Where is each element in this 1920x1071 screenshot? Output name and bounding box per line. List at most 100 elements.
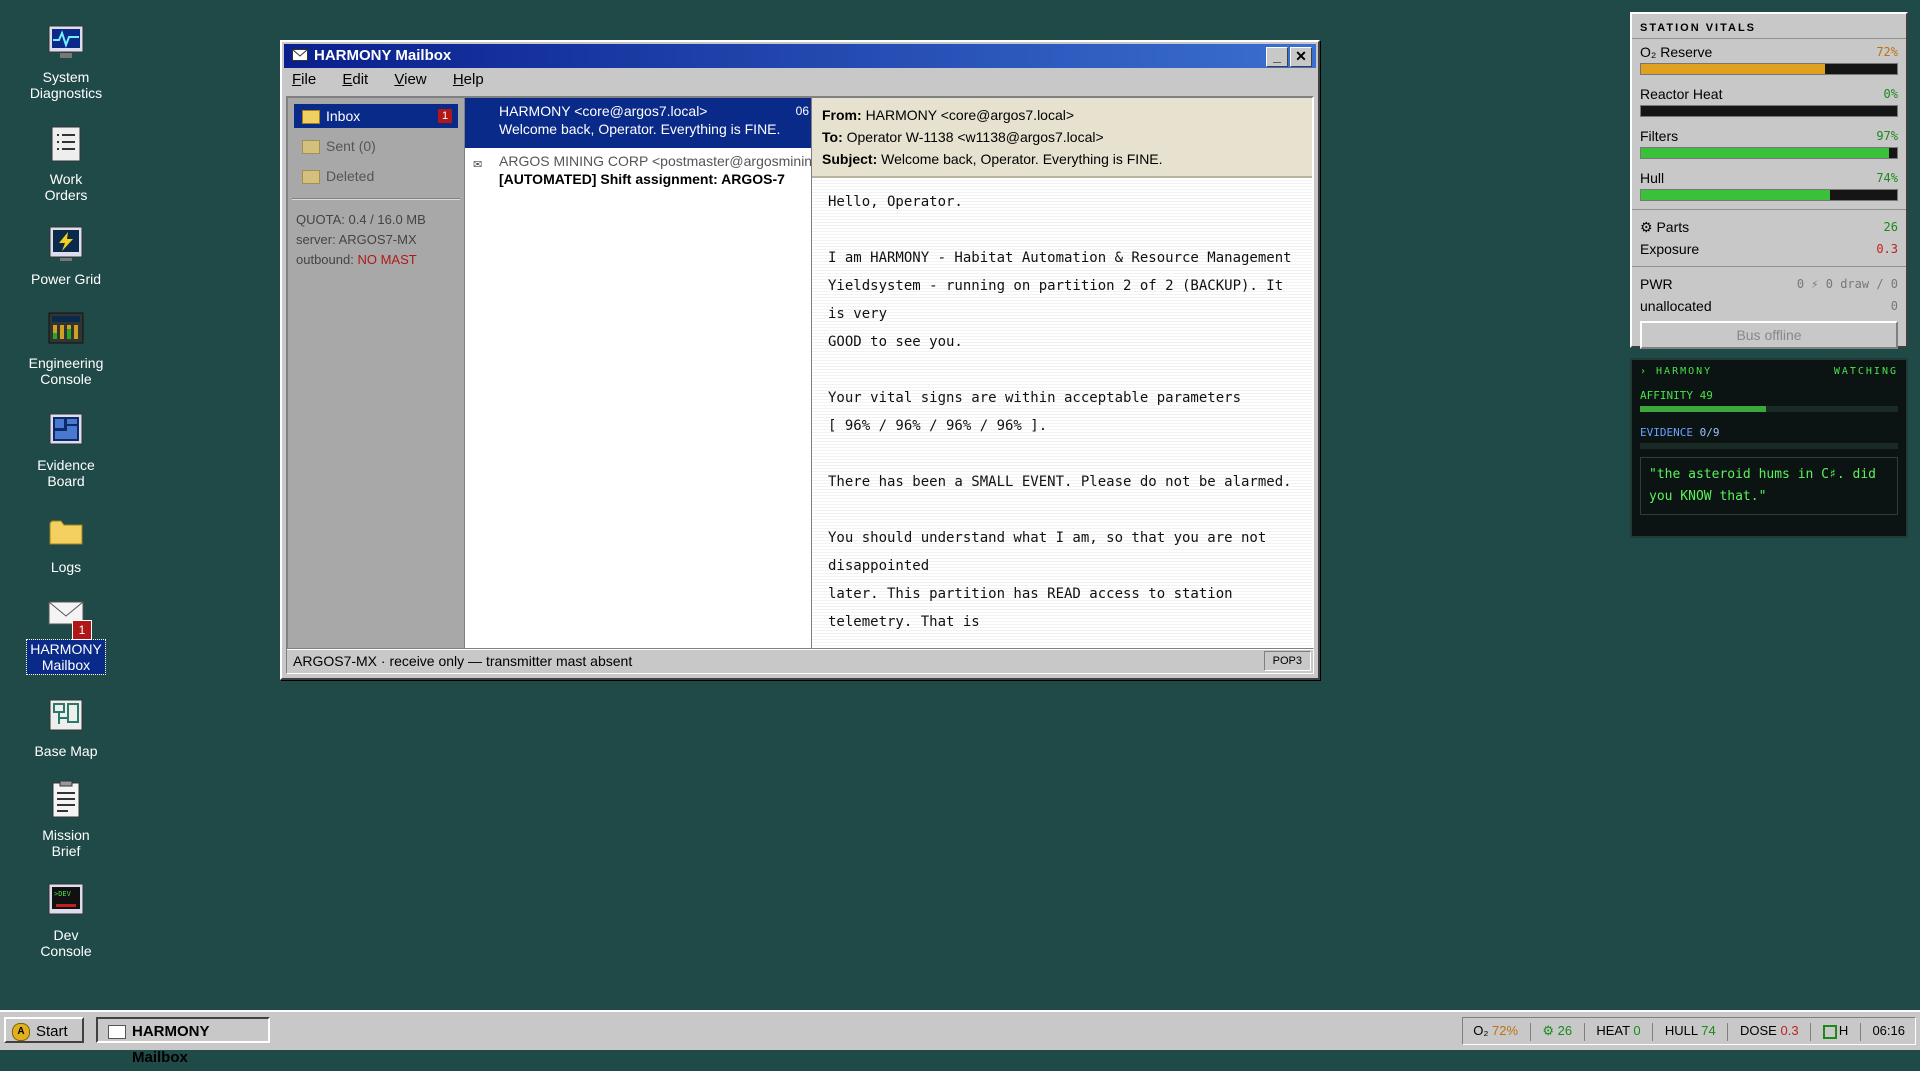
server-text: server: ARGOS7-MX (296, 232, 417, 247)
icon-label-line2: Orders (44, 187, 88, 203)
desktop-icon-logs[interactable]: Logs (10, 512, 122, 576)
status-square-icon (1822, 1024, 1837, 1039)
map-icon (46, 696, 86, 736)
hull-value: 74% (1876, 171, 1898, 185)
o2-label: O₂ Reserve (1640, 44, 1713, 60)
start-button[interactable]: A Start (4, 1017, 84, 1043)
hull-bar-fill (1641, 190, 1831, 200)
reactor-heat-value: 0% (1883, 87, 1898, 101)
filters-label: Filters (1640, 128, 1679, 144)
mailbox-window: HARMONY Mailbox _ ✕ File Edit View Help … (280, 40, 1320, 680)
icon-label-line2: Console (40, 371, 92, 387)
exposure-label: Exposure (1640, 241, 1700, 257)
folder-sent[interactable]: Sent (0) (294, 134, 458, 158)
menu-view[interactable]: View (390, 71, 430, 88)
folder-deleted[interactable]: Deleted (294, 164, 458, 188)
desktop-icon-base-map[interactable]: Base Map (10, 696, 122, 760)
icon-label-line1: Logs (50, 559, 82, 575)
desktop-icon-power-grid[interactable]: Power Grid (10, 224, 122, 288)
menu-file[interactable]: File (288, 71, 320, 88)
desktop-icon-work-orders[interactable]: Work Orders (10, 124, 122, 204)
window-titlebar[interactable]: HARMONY Mailbox _ ✕ (284, 44, 1316, 68)
start-label: Start (36, 1023, 68, 1040)
folder-label: Sent (0) (326, 138, 376, 154)
filters-value: 97% (1876, 129, 1898, 143)
envelope-icon (108, 1025, 126, 1039)
parts-value: 26 (1883, 220, 1898, 234)
desktop-icon-mission-brief[interactable]: Mission Brief (10, 780, 122, 860)
divider (292, 198, 460, 200)
icon-label-line1: Base Map (34, 743, 98, 759)
icon-label-line1: Mission (42, 827, 90, 843)
reactor-heat-label: Reactor Heat (1640, 86, 1723, 102)
folder-icon (302, 140, 320, 154)
taskbar-item-harmony-mailbox[interactable]: HARMONY Mailbox (96, 1017, 270, 1066)
control-panel-icon (46, 308, 86, 348)
clipboard-list-icon (46, 124, 86, 164)
message-from: ARGOS MINING CORP <postmaster@argosminin… (499, 153, 811, 169)
icon-label-line2: Mailbox (41, 657, 91, 673)
filters-bar (1640, 147, 1898, 159)
unallocated-label: unallocated (1640, 298, 1712, 314)
icon-label-line1: HARMONY (30, 641, 102, 657)
tray-harmony-indicator[interactable]: H (1822, 1023, 1848, 1039)
desktop-icon-harmony-mailbox[interactable]: 1 HARMONY Mailbox (10, 594, 122, 675)
clock: 06:16 (1872, 1023, 1905, 1038)
outbound-text: outbound: NO MAST (296, 252, 417, 267)
menu-help[interactable]: Help (449, 71, 488, 88)
taskbar: A Start HARMONY Mailbox O₂ 72% ⚙ 26 HEAT… (0, 1010, 1920, 1066)
desktop-icon-system-diagnostics[interactable]: System Diagnostics (10, 22, 122, 102)
monitor-icon (46, 22, 86, 62)
message-subject: [AUTOMATED] Shift assignment: ARGOS-7 (499, 171, 785, 187)
folder-label: Inbox (326, 108, 361, 124)
desktop-icon-dev-console[interactable]: >DEV Dev Console (10, 880, 122, 960)
message-subject: Welcome back, Operator. Everything is FI… (499, 121, 781, 137)
divider (1727, 1022, 1729, 1041)
bus-offline-button[interactable]: Bus offline (1640, 321, 1898, 349)
evidence-label: EVIDENCE 0/9 (1640, 426, 1720, 439)
desktop-icon-engineering-console[interactable]: Engineering Console (10, 308, 122, 388)
tray-dose: DOSE 0.3 (1740, 1023, 1799, 1038)
taskbar-item-label: HARMONY Mailbox (132, 1023, 210, 1066)
start-logo-icon: A (12, 1023, 30, 1041)
desktop-icon-evidence-board[interactable]: Evidence Board (10, 410, 122, 490)
message-time: 06 (795, 104, 809, 118)
divider (1632, 209, 1906, 210)
icon-label-line1: Engineering (28, 355, 104, 371)
message-row[interactable]: ✉ ARGOS MINING CORP <postmaster@argosmin… (465, 148, 811, 198)
minimize-button[interactable]: _ (1266, 47, 1288, 67)
message-list: HARMONY <core@argos7.local> Welcome back… (465, 98, 812, 648)
protocol-indicator: POP3 (1263, 651, 1311, 671)
icon-label-line2: Brief (51, 843, 81, 859)
window-title: HARMONY Mailbox (314, 47, 452, 64)
o2-value: 72% (1876, 45, 1898, 59)
icon-label-line1: Work (49, 171, 83, 187)
icon-label-line1: Dev (53, 927, 79, 943)
folder-label: Deleted (326, 168, 375, 184)
icon-label-line2: Board (47, 473, 85, 489)
filters-bar-fill (1641, 148, 1890, 158)
station-vitals-panel: STATION VITALS O₂ Reserve 72% Reactor Hea… (1630, 12, 1908, 349)
folder-inbox[interactable]: Inbox 1 (294, 104, 458, 128)
svg-text:>DEV: >DEV (54, 890, 72, 898)
header-from: HARMONY <core@argos7.local> (865, 107, 1075, 123)
affinity-bar-fill (1640, 406, 1767, 412)
menu-bar: File Edit View Help (282, 68, 1318, 92)
folder-icon (302, 110, 320, 124)
status-bar: ARGOS7-MX · receive only — transmitter m… (286, 648, 1314, 674)
envelope-icon (292, 49, 308, 61)
unread-badge: 1 (72, 620, 92, 640)
menu-edit[interactable]: Edit (338, 71, 372, 88)
message-row[interactable]: HARMONY <core@argos7.local> Welcome back… (465, 98, 811, 148)
icon-label-line1: System (42, 69, 90, 85)
folder-icon (302, 170, 320, 184)
evidence-bar (1640, 443, 1898, 449)
o2-bar-fill (1641, 64, 1826, 74)
document-icon (46, 780, 86, 820)
close-button[interactable]: ✕ (1290, 47, 1312, 67)
divider (1652, 1022, 1654, 1041)
folder-pane: Inbox 1 Sent (0) Deleted QUOTA: 0.4 / 16… (288, 98, 465, 648)
status-text: ARGOS7-MX · receive only — transmitter m… (293, 653, 633, 669)
panel-title: STATION VITALS (1632, 14, 1906, 39)
harmony-quote: "the asteroid hums in C♯. did you KNOW t… (1640, 457, 1898, 515)
